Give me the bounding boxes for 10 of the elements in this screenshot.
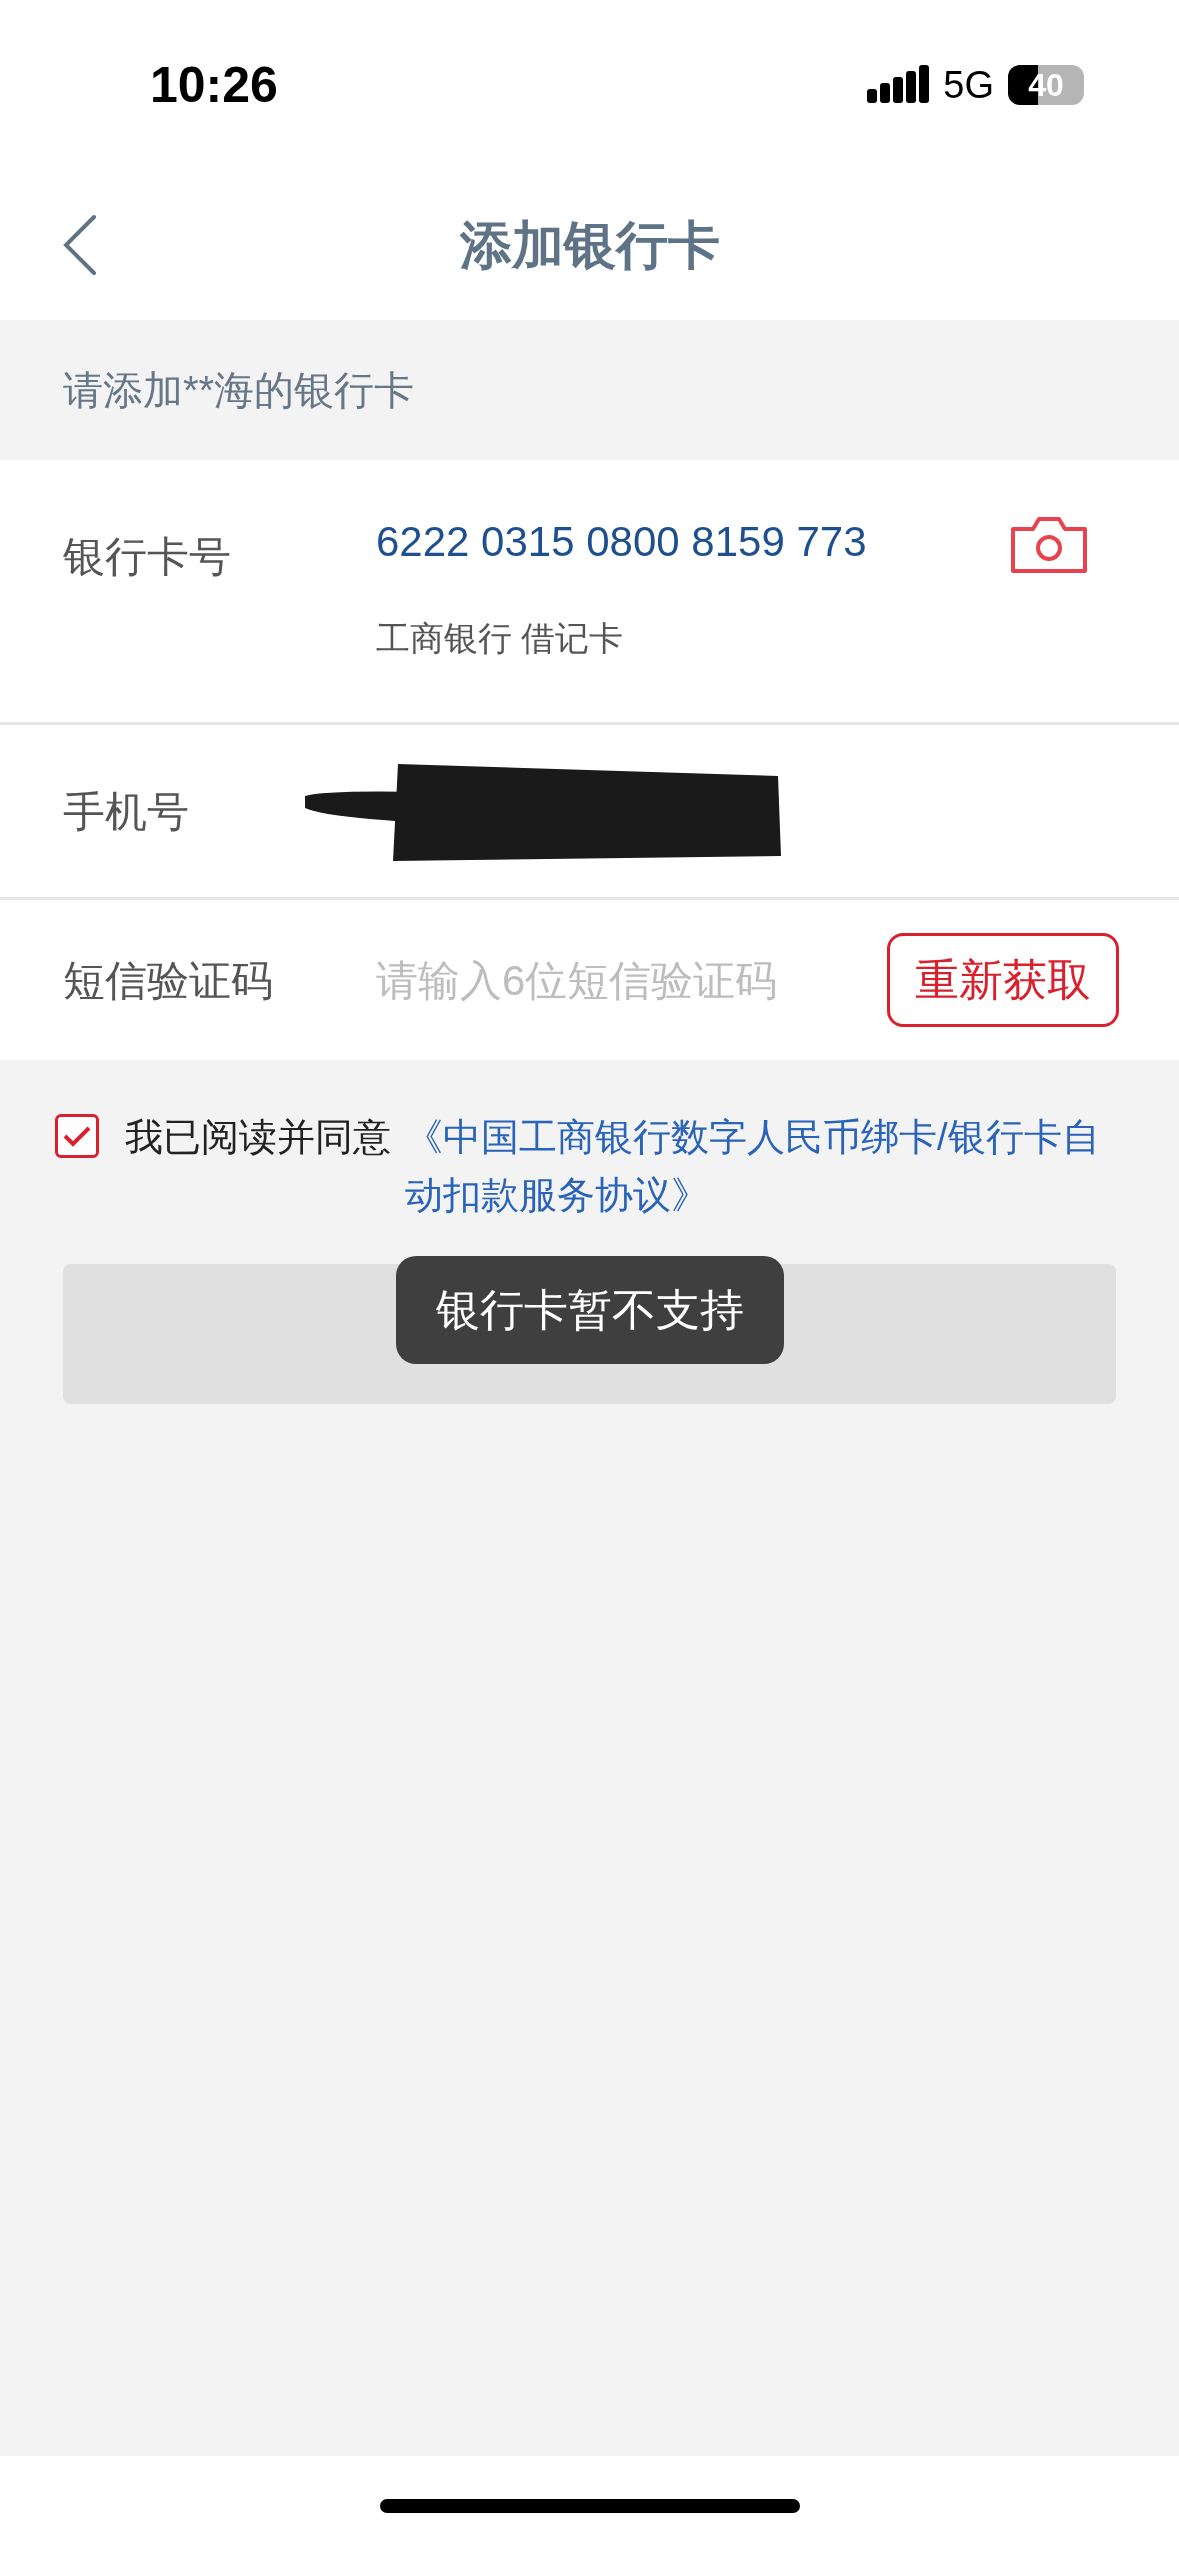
bank-info: 工商银行 借记卡 (376, 618, 625, 659)
message-toast: 银行卡暂不支持 (395, 1256, 784, 1364)
network-label: 5G (943, 62, 994, 108)
page-title: 添加银行卡 (459, 215, 720, 276)
field-label: 短信验证码 (63, 955, 274, 1006)
status-time: 10:26 (150, 55, 278, 115)
agreement-text: 我已阅读并同意 (125, 1115, 391, 1160)
field-label: 银行卡号 (63, 532, 231, 582)
prompt-text: 请添加**海的银行卡 (63, 367, 415, 414)
field-label: 手机号 (63, 786, 190, 837)
